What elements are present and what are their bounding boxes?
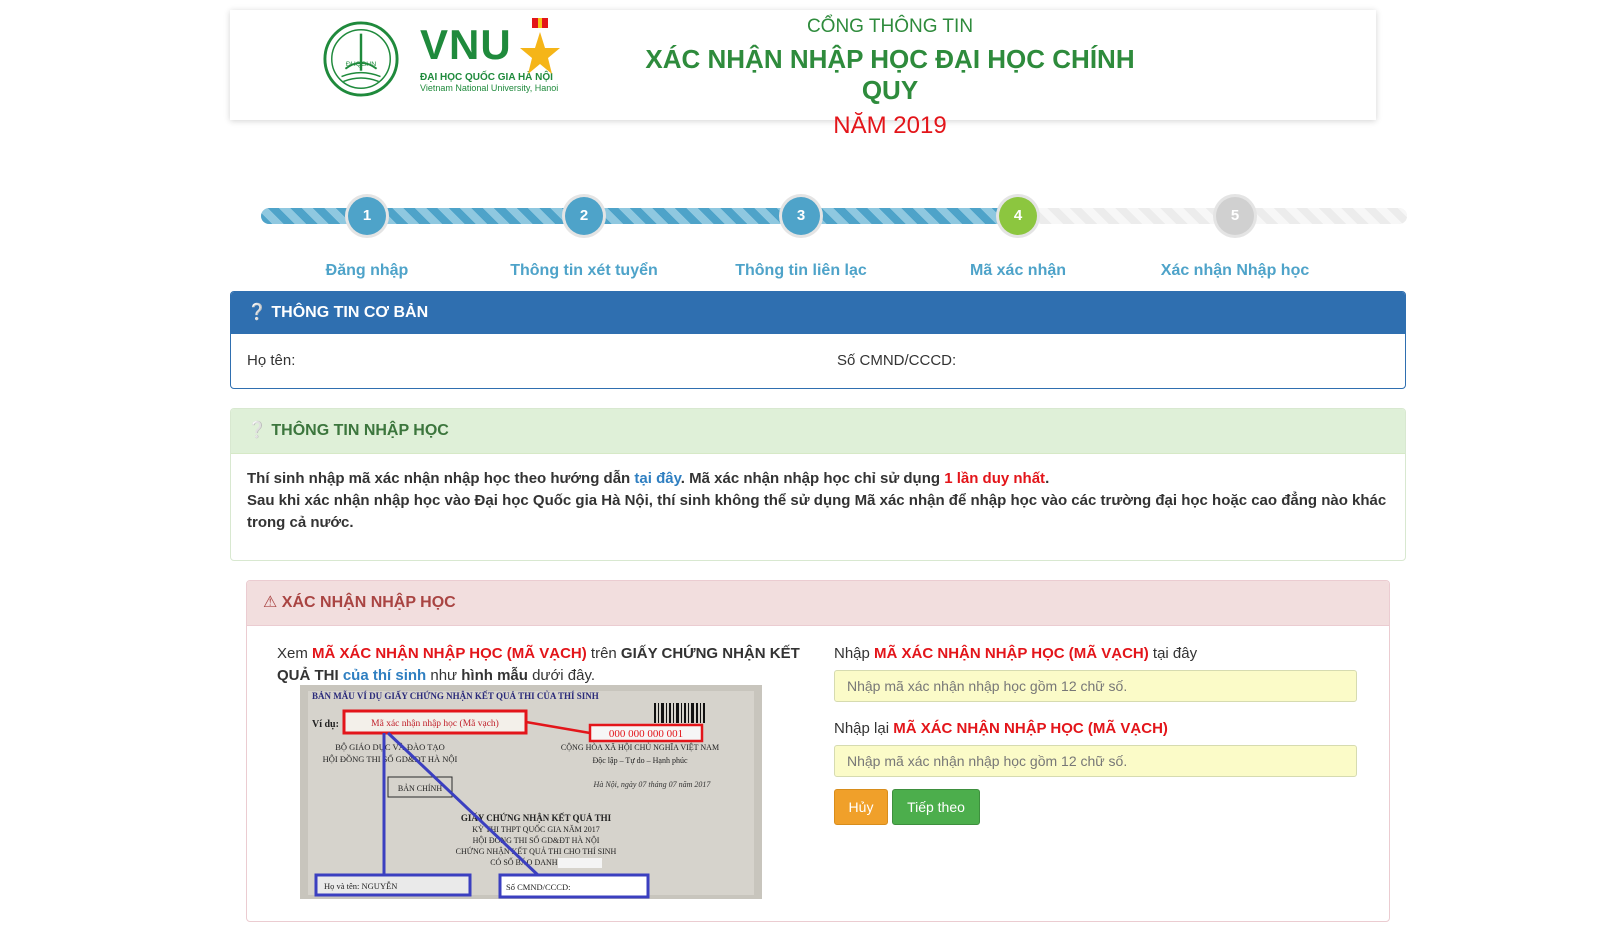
logo-circle-text: ĐHQGHN [346, 61, 376, 68]
admission-info-header: ❔ THÔNG TIN NHẬP HỌC [231, 409, 1405, 454]
admission-info-body: Thí sinh nhập mã xác nhận nhập học theo … [231, 454, 1405, 548]
step-3-circle: 3 [782, 197, 820, 235]
name-label: Họ tên: [247, 352, 296, 369]
basic-info-panel: ❔ THÔNG TIN CƠ BẢN Họ tên: Số CMND/CCCD: [230, 291, 1406, 389]
sample-description: Xem MÃ XÁC NHẬN NHẬP HỌC (MÃ VẠCH) trên … [277, 643, 817, 687]
site-header: ĐHQGHN VNU ĐẠI HỌC QUỐC GIA HÀ NỘI Vietn… [230, 10, 1376, 139]
barcode-confirm-input[interactable] [834, 745, 1357, 777]
step-4-circle: 4 [999, 197, 1037, 235]
logo-subtitle-en: Vietnam National University, Hanoi [420, 83, 559, 93]
warning-triangle-icon: ⚠ [263, 594, 278, 611]
label-barcode-term: MÃ XÁC NHẬN NHẬP HỌC (MÃ VẠCH) [874, 645, 1149, 662]
sample-example-label: Ví dụ: [312, 719, 339, 730]
sample-council: HỘI ĐỒNG THI SỐ GD&ĐT HÀ NỘI [323, 754, 458, 764]
progress-remaining [1018, 208, 1407, 224]
barcode-input[interactable] [834, 670, 1357, 702]
sample-heading: BẢN MẪU VÍ DỤ GIẤY CHỨNG NHẬN KẾT QUẢ TH… [312, 691, 599, 701]
desc-text-3: như [426, 667, 462, 684]
sample-ministry: BỘ GIÁO DỤC VÀ ĐÀO TẠO [335, 742, 444, 752]
step-5-label: Xác nhận Nhập học [1160, 262, 1310, 279]
header-title-portal: CỔNG THÔNG TIN [806, 16, 974, 37]
desc-barcode-term: MÃ XÁC NHẬN NHẬP HỌC (MÃ VẠCH) [312, 645, 587, 662]
desc-candidate-term: của thí sinh [342, 667, 427, 684]
cancel-button[interactable]: Hủy [834, 789, 888, 825]
vnu-logo-icon: ĐHQGHN [323, 21, 399, 97]
barcode-field-label: Nhập MÃ XÁC NHẬN NHẬP HỌC (MÃ VẠCH) tại … [834, 645, 1359, 662]
star-medal-icon [520, 18, 560, 74]
step-5-circle: 5 [1216, 197, 1254, 235]
sample-name-box: Họ và tên: NGUYỄN [324, 880, 397, 891]
header-titles: CỔNG THÔNG TIN XÁC NHẬN NHẬP HỌC ĐẠI HỌC… [630, 16, 1150, 140]
next-button[interactable]: Tiếp theo [892, 789, 980, 825]
sample-certificate-image: BẢN MẪU VÍ DỤ GIẤY CHỨNG NHẬN KẾT QUẢ TH… [300, 685, 762, 899]
confirm-admission-header: ⚠ XÁC NHẬN NHẬP HỌC [247, 581, 1389, 626]
one-time-warning: 1 lần duy nhất [944, 470, 1046, 487]
confirm-admission-panel: ⚠ XÁC NHẬN NHẬP HỌC Xem MÃ XÁC NHẬN NHẬP… [246, 580, 1390, 922]
step-4-label: Mã xác nhận [969, 262, 1067, 279]
desc-text: Xem [277, 645, 313, 662]
instruction-text-2: . Mã xác nhận nhập học chỉ sử dụng [680, 470, 945, 487]
admission-info-title: THÔNG TIN NHẬP HỌC [271, 422, 449, 439]
barcode-form: Nhập MÃ XÁC NHẬN NHẬP HỌC (MÃ VẠCH) tại … [834, 637, 1359, 825]
instruction-note: Sau khi xác nhận nhập học vào Đại học Qu… [247, 492, 1387, 531]
label-text: Nhập [834, 645, 875, 662]
sample-barcode-number: 000 000 000 001 [609, 728, 683, 740]
header-title-year: NĂM 2019 [833, 112, 947, 139]
guide-link[interactable]: tại đây [634, 470, 680, 487]
question-circle-icon: ❔ [247, 304, 267, 321]
step-3-label: Thông tin liên lạc [735, 262, 867, 279]
sample-date: Hà Nội, ngày 07 tháng 07 năm 2017 [593, 780, 712, 789]
desc-sample-term: hình mẫu [461, 667, 528, 684]
step-1-label: Đăng nhập [325, 262, 409, 279]
sample-barcode-label: Mã xác nhận nhập học (Mã vạch) [371, 718, 499, 729]
desc-text-2: trên [586, 645, 621, 662]
barcode-confirm-field-label: Nhập lại MÃ XÁC NHẬN NHẬP HỌC (MÃ VẠCH) [834, 720, 1359, 737]
basic-info-title: THÔNG TIN CƠ BẢN [271, 304, 429, 321]
label-text-3: Nhập lại [834, 720, 894, 737]
sample-cert-3: HỘI ĐỒNG THI SỐ GD&ĐT HÀ NỘI [473, 835, 600, 845]
sample-copy-label: BẢN CHÍNH [398, 783, 442, 793]
basic-info-header: ❔ THÔNG TIN CƠ BẢN [231, 292, 1405, 334]
sample-cert-4: CHỨNG NHẬN KẾT QUẢ THI CHO THÍ SINH [456, 846, 617, 856]
confirm-admission-title: XÁC NHẬN NHẬP HỌC [281, 594, 456, 611]
admission-info-panel: ❔ THÔNG TIN NHẬP HỌC Thí sinh nhập mã xá… [230, 408, 1406, 561]
instruction-text-3: . [1045, 470, 1050, 487]
header-title-main: XÁC NHẬN NHẬP HỌC ĐẠI HỌC CHÍNH QUY [645, 44, 1135, 105]
step-1-circle: 1 [348, 197, 386, 235]
instruction-text: Thí sinh nhập mã xác nhận nhập học theo … [247, 470, 635, 487]
step-2-circle: 2 [565, 197, 603, 235]
sample-republic: CỘNG HÒA XÃ HỘI CHỦ NGHĨA VIỆT NAM [561, 742, 719, 752]
question-circle-icon: ❔ [247, 422, 267, 439]
id-number-label: Số CMND/CCCD: [837, 352, 957, 369]
sample-motto: Độc lập – Tự do – Hạnh phúc [592, 756, 688, 765]
desc-text-4: dưới đây. [527, 667, 596, 684]
sample-id-box: Số CMND/CCCD: [506, 882, 570, 892]
step-2-label: Thông tin xét tuyển [510, 262, 658, 279]
label-barcode-term-2: MÃ XÁC NHẬN NHẬP HỌC (MÃ VẠCH) [893, 720, 1168, 737]
label-text-2: tại đây [1148, 645, 1198, 662]
